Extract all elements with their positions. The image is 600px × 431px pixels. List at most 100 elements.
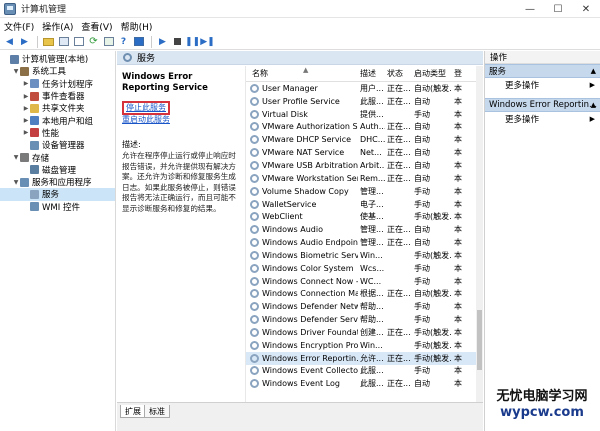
service-row[interactable]: User Profile Service 此服... 正在... 自动 本 (246, 95, 483, 108)
service-logon: 本 (454, 250, 462, 260)
tree-item[interactable]: ▼ 存储 (0, 151, 115, 164)
service-row[interactable]: Windows Audio 管理... 正在... 自动 本 (246, 223, 483, 236)
start-service-icon[interactable]: ▶ (156, 35, 169, 48)
column-description[interactable]: 描述 (358, 68, 385, 79)
service-row[interactable]: WebClient 使基... 手动(触发...本 (246, 210, 483, 223)
export-icon[interactable] (102, 35, 115, 48)
service-row[interactable]: Windows Connect Now - ...WC... 手动 本 (246, 275, 483, 288)
stop-service-icon[interactable] (171, 35, 184, 48)
refresh-icon[interactable]: ⟳ (87, 35, 100, 48)
expand-arrow-icon[interactable]: ▼ (12, 68, 20, 75)
tree-item[interactable]: 计算机管理(本地) (0, 53, 115, 65)
service-row[interactable]: Virtual Disk 提供... 手动 本 (246, 108, 483, 121)
tree-item[interactable]: ▶ 事件查看器 (0, 90, 115, 102)
tree-item[interactable]: ▶ 共享文件夹 (0, 102, 115, 114)
tree-item[interactable]: ▶ 任务计划程序 (0, 78, 115, 90)
description-label: 描述: (122, 140, 141, 149)
tree-item[interactable]: ▼ 系统工具 (0, 65, 115, 77)
tree-item-label: 任务计划程序 (42, 79, 94, 90)
service-row[interactable]: VMware DHCP Service DHC... 正在... 自动 本 (246, 133, 483, 146)
stop-service-link[interactable]: 停止此服务 (122, 101, 170, 115)
more-actions-services[interactable]: 更多操作 ▶ (485, 78, 600, 92)
service-row[interactable]: Windows Driver Foundati...创建...正在...手动(触… (246, 326, 483, 339)
expand-arrow-icon[interactable]: ▼ (12, 154, 20, 161)
menu-view[interactable]: 查看(V) (77, 20, 116, 33)
service-name: Windows Biometric Servi... (246, 250, 358, 260)
scrollbar-thumb[interactable] (477, 310, 482, 370)
service-row[interactable]: Windows Defender Netw... 帮助... 手动 本 (246, 300, 483, 313)
service-name-text: Windows Audio (262, 225, 323, 235)
service-name-text: Volume Shadow Copy (262, 186, 349, 196)
service-description: 帮助... (360, 302, 384, 312)
service-row[interactable]: VMware USB Arbitration ... Arbit... 正在... 自… (246, 159, 483, 172)
tree-item[interactable]: 服务 (0, 188, 115, 201)
tree-item[interactable]: 设备管理器 (0, 139, 115, 151)
sort-arrow-icon: ▲ (303, 66, 309, 74)
menu-help[interactable]: 帮助(H) (117, 20, 157, 33)
service-row[interactable]: VMware Authorization Se...Auth...正在...自动… (246, 121, 483, 134)
service-row[interactable]: Windows Color System Wcs... 手动 本 (246, 262, 483, 275)
service-row[interactable]: User Manager 用户...正在...自动(触发...本 (246, 82, 483, 95)
close-button[interactable]: ✕ (572, 0, 600, 18)
console-tree-icon[interactable] (57, 35, 70, 48)
tree-item[interactable]: ▼ 服务和应用程序 (0, 176, 115, 188)
service-row[interactable]: VMware Workstation Ser... Rem... 正在... 自动 本 (246, 172, 483, 185)
restart-service-link[interactable]: 重启动此服务 (122, 115, 170, 125)
tree-item[interactable]: WMI 控件 (0, 201, 115, 213)
pause-service-icon[interactable]: ❚❚ (185, 35, 200, 48)
service-name: Windows Driver Foundati... (246, 327, 358, 337)
service-row[interactable]: Windows Connection Ma... 根据... 正在... 自动(触发.… (246, 288, 483, 301)
help-icon[interactable]: ? (117, 35, 130, 48)
service-name-text: Windows Event Collector (262, 366, 358, 376)
column-name[interactable]: 名称 (246, 68, 358, 79)
service-name: Windows Defender Service (246, 315, 358, 325)
expand-arrow-icon[interactable]: ▶ (22, 80, 30, 87)
tree-item-label: 本地用户和组 (42, 116, 94, 127)
service-row[interactable]: Windows Biometric Servi...Win... 手动(触发...… (246, 249, 483, 262)
forward-icon[interactable]: ▶ (18, 35, 31, 48)
actions-group-selected-service[interactable]: Windows Error Reportin... ▲ (485, 98, 600, 112)
expand-arrow-icon[interactable]: ▼ (12, 179, 20, 186)
service-row[interactable]: VMware NAT Service Net... 正在... 自动 本 (246, 146, 483, 159)
menu-action[interactable]: 操作(A) (38, 20, 77, 33)
collapse-icon[interactable]: ▲ (591, 67, 596, 75)
tab-standard[interactable]: 标准 (144, 405, 170, 418)
show-hide-icon[interactable] (132, 35, 145, 48)
service-row[interactable]: Windows Encryption Pro...Win... 手动(触发...本 (246, 339, 483, 352)
expand-arrow-icon[interactable]: ▶ (22, 129, 30, 136)
service-row[interactable]: Windows Audio Endpoint...管理...正在...自动 本 (246, 236, 483, 249)
restart-service-icon[interactable]: ▶❚ (200, 35, 214, 48)
maximize-button[interactable]: ☐ (544, 0, 572, 18)
tab-extended[interactable]: 扩展 (120, 405, 146, 418)
folder-icon[interactable] (42, 35, 55, 48)
service-startup-type: 自动 (414, 379, 430, 389)
restart-link-rest: 启动此服务 (130, 115, 170, 124)
service-row[interactable]: Windows Defender Service帮助... 手动 本 (246, 313, 483, 326)
column-status[interactable]: 状态 (385, 68, 412, 79)
actions-group-services[interactable]: 服务 ▲ (485, 64, 600, 78)
properties-icon[interactable] (72, 35, 85, 48)
tree-item[interactable]: 磁盘管理 (0, 164, 115, 176)
tree-item-label: 设备管理器 (42, 141, 85, 152)
service-row[interactable]: Windows Error Reportin... 允许... 正在... 手动(触发… (246, 351, 483, 365)
menu-file[interactable]: 文件(F) (0, 20, 38, 33)
collapse-icon[interactable]: ▲ (591, 101, 596, 109)
tree-item[interactable]: ▶ 性能 (0, 127, 115, 139)
expand-arrow-icon[interactable]: ▶ (22, 105, 30, 112)
column-logon[interactable]: 登 (452, 68, 478, 79)
service-name: Windows Defender Netw... (246, 302, 358, 312)
service-logon: 本 (454, 160, 462, 170)
expand-arrow-icon[interactable]: ▶ (22, 117, 30, 124)
minimize-button[interactable]: — (516, 0, 544, 18)
expand-arrow-icon[interactable]: ▶ (22, 93, 30, 100)
column-startup-type[interactable]: 启动类型 (412, 68, 452, 79)
list-scrollbar[interactable] (476, 66, 483, 402)
service-row[interactable]: WalletService 电子... 手动 本 (246, 198, 483, 211)
service-row[interactable]: Volume Shadow Copy 管理... 手动 本 (246, 185, 483, 198)
service-row[interactable]: Windows Event Log 此服... 正在... 自动 本 (246, 377, 483, 390)
tree-item[interactable]: ▶ 本地用户和组 (0, 114, 115, 127)
window-controls: — ☐ ✕ (516, 0, 600, 18)
service-row[interactable]: Windows Event Collector 此服... 手动 本 (246, 365, 483, 378)
back-icon[interactable]: ◀ (3, 35, 16, 48)
more-actions-service[interactable]: 更多操作 ▶ (485, 112, 600, 126)
